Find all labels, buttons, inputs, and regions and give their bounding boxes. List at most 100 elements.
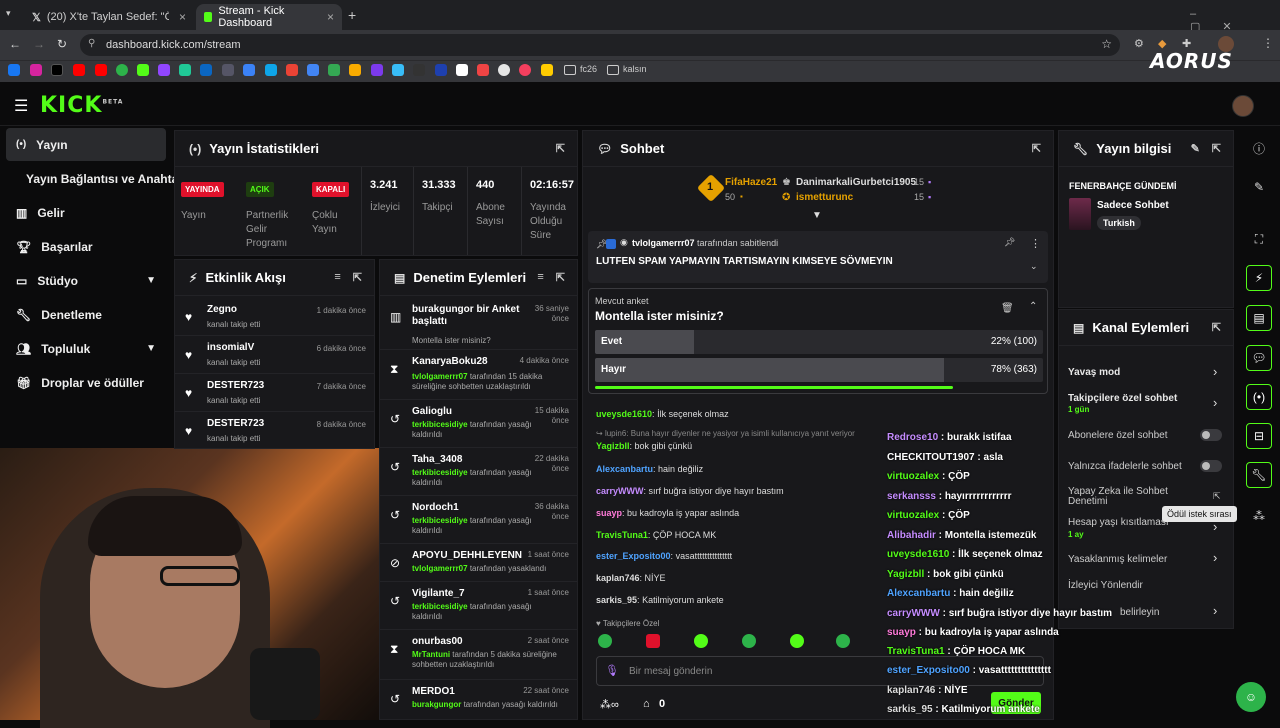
poll-option[interactable]: Hayır 78% (363) <box>595 358 1043 382</box>
bookmark-app-icon[interactable] <box>498 64 510 76</box>
chevron-down-icon[interactable]: ⌄ <box>1030 261 1038 272</box>
bookmark-twitch-icon[interactable] <box>158 64 170 76</box>
bookmark-instagram-icon[interactable] <box>30 64 42 76</box>
poll-option[interactable]: Evet 22% (100) <box>595 330 1043 354</box>
sidebar-item-studyo[interactable]: ▭ Stüdyo ▼ <box>6 264 166 297</box>
sidebar-item-denetleme[interactable]: 🔧︎ Denetleme <box>6 298 166 331</box>
store-icon[interactable]: ⌂ <box>643 698 650 710</box>
browser-tab-kick[interactable]: Stream - Kick Dashboard × <box>196 4 342 30</box>
moderation-user[interactable]: MERDO1 <box>412 686 522 698</box>
filter-icon[interactable]: ≡ <box>537 271 543 284</box>
back-icon[interactable]: ← <box>9 37 21 51</box>
subs-only-toggle[interactable] <box>1200 429 1222 441</box>
moderation-user[interactable]: Vigilante_7 <box>412 588 522 600</box>
bookmark-x-icon[interactable] <box>51 64 63 76</box>
chat-username[interactable]: kaplan746 <box>596 573 640 583</box>
reward-queue-icon[interactable]: ⁂ <box>1246 503 1272 529</box>
bookmark-linkedin-icon[interactable] <box>200 64 212 76</box>
popout-icon[interactable]: ⇱ <box>1212 142 1221 155</box>
kick-logo[interactable]: KICKBETA <box>40 93 123 118</box>
activity-user[interactable]: DESTER723 <box>207 380 264 391</box>
chat-username[interactable]: Alexcanbartu <box>596 464 653 474</box>
chat-username[interactable]: TravisTuna1 <box>596 530 648 540</box>
site-info-icon[interactable]: ⚲ <box>88 38 95 49</box>
user-avatar[interactable] <box>1232 95 1254 117</box>
leaderboard-user[interactable]: ismetturunc <box>796 192 853 203</box>
address-bar[interactable]: ⚲ dashboard.kick.com/stream ☆ <box>80 34 1120 56</box>
sidebar-item-basarilar[interactable]: 🏆︎ Başarılar <box>6 230 166 263</box>
chat-username[interactable]: Yagizbll <box>596 441 630 451</box>
edit-icon[interactable]: ✎ <box>1191 142 1200 155</box>
microphone-icon[interactable]: 🎙︎ <box>605 664 619 677</box>
followers-only-row[interactable]: Takipçilere özel sohbet <box>1068 393 1177 404</box>
bookmark-drop-icon[interactable] <box>116 64 128 76</box>
chat-username[interactable]: suayp <box>596 508 622 518</box>
popout-icon[interactable]: ⇱ <box>353 271 362 284</box>
server-icon[interactable]: ⊟ <box>1246 423 1272 449</box>
bookmark-app-icon[interactable] <box>477 64 489 76</box>
chevron-right-icon[interactable]: › <box>1213 603 1217 618</box>
bookmark-app-icon[interactable] <box>179 64 191 76</box>
bookmark-app-icon[interactable] <box>265 64 277 76</box>
bookmark-folder-label[interactable]: kalsın <box>623 64 647 74</box>
sidebar-item-topluluk[interactable]: 👥︎ Topluluk ▼ <box>6 332 166 365</box>
bookmark-app-icon[interactable] <box>392 64 404 76</box>
emote-only-toggle[interactable] <box>1200 460 1222 472</box>
unpin-icon[interactable]: 📌︎ <box>1004 237 1015 248</box>
sidebar-item-stream-key[interactable]: Yayın Bağlantısı ve Anahtarı <box>6 162 186 195</box>
bookmark-youtube-icon[interactable] <box>73 64 85 76</box>
chevron-right-icon[interactable]: › <box>1213 364 1217 379</box>
emote-icon[interactable] <box>836 634 850 648</box>
moderator-name[interactable]: MrTantuni <box>412 650 450 659</box>
more-options-icon[interactable]: ⋮ <box>1030 237 1041 250</box>
chat-username[interactable]: carryWWW <box>596 486 644 496</box>
viewer-redirect-row[interactable]: İzleyici Yönlendir <box>1068 580 1143 591</box>
activity-user[interactable]: Zegno <box>207 304 237 315</box>
chat-username[interactable]: uveysde1610 <box>596 409 652 419</box>
close-tab-icon[interactable]: × <box>327 10 334 24</box>
bookmark-docs-icon[interactable] <box>307 64 319 76</box>
bookmark-folder-icon[interactable] <box>607 65 619 75</box>
chevron-right-icon[interactable]: › <box>1213 395 1217 410</box>
sidebar-item-droplar[interactable]: 🎁︎ Droplar ve ödüller <box>6 366 166 399</box>
moderator-name[interactable]: terkibicesidiye <box>412 468 468 477</box>
close-tab-icon[interactable]: × <box>179 10 186 24</box>
expand-leaderboard-icon[interactable]: ▼ <box>812 210 822 221</box>
popout-icon[interactable]: ⇱ <box>556 271 565 284</box>
slow-mode-row[interactable]: Yavaş mod <box>1068 367 1120 378</box>
leaderboard-user[interactable]: DanimarkaliGurbetci1905 <box>796 177 916 188</box>
wrench-icon[interactable]: 🔧︎ <box>1246 462 1272 488</box>
collapse-poll-icon[interactable]: ⌃ <box>1029 301 1037 312</box>
sidebar-item-gelir[interactable]: ▥ Gelir <box>6 196 166 229</box>
bookmark-app-icon[interactable] <box>519 64 531 76</box>
bookmark-drive-icon[interactable] <box>328 64 340 76</box>
leaderboard-user[interactable]: FifaHaze21 <box>725 177 777 188</box>
popout-icon[interactable]: ⇱ <box>1212 321 1221 334</box>
emote-icon[interactable] <box>790 634 804 648</box>
tab-list-button[interactable]: ▾ <box>6 8 22 22</box>
bookmark-folder-icon[interactable] <box>564 65 576 75</box>
bookmark-app-icon[interactable] <box>243 64 255 76</box>
bookmark-app-icon[interactable] <box>413 64 425 76</box>
emote-icon[interactable] <box>742 634 756 648</box>
bookmark-youtube-icon[interactable] <box>95 64 107 76</box>
activity-user[interactable]: DESTER723 <box>207 418 264 429</box>
bookmark-app-icon[interactable] <box>456 64 468 76</box>
moderator-name[interactable]: terkibicesidiye <box>412 420 468 429</box>
external-link-icon[interactable]: ⇱ <box>1213 491 1221 502</box>
forward-icon[interactable]: → <box>33 37 45 51</box>
emote-icon[interactable] <box>646 634 660 648</box>
moderation-user[interactable]: Taha_3408 <box>412 454 522 466</box>
bookmark-facebook-icon[interactable] <box>8 64 20 76</box>
moderation-user[interactable]: KanaryaBoku28 <box>412 356 522 368</box>
hamburger-menu-icon[interactable]: ☰ <box>14 96 28 116</box>
browser-tab-x[interactable]: 𝕏 (20) X'te Taylan Sedef: "ÖZEL İ × <box>24 4 194 30</box>
moderation-user[interactable]: onurbas00 <box>412 636 522 648</box>
fullscreen-icon[interactable]: ⛶ <box>1246 226 1272 252</box>
bookmark-app-icon[interactable] <box>349 64 361 76</box>
support-chat-button[interactable]: ☺ <box>1236 682 1266 712</box>
chevron-right-icon[interactable]: › <box>1213 550 1217 565</box>
chat-username[interactable]: ester_Exposito00 <box>596 551 671 561</box>
ai-moderation-row[interactable]: Yapay Zeka ile Sohbet Denetimi <box>1068 487 1198 507</box>
bookmark-kick-icon[interactable] <box>137 64 149 76</box>
